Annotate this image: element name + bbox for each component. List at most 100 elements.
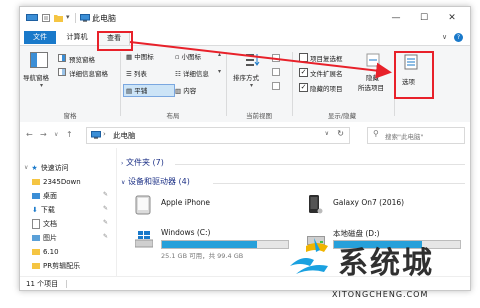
file-extensions-checkbox[interactable]: ✓ [299, 68, 308, 77]
hidden-items-checkbox[interactable]: ✓ [299, 83, 308, 92]
scroll-down-icon[interactable]: ▾ [218, 68, 221, 75]
star-icon: ★ [31, 164, 38, 172]
group-by-icon[interactable] [272, 54, 280, 62]
sidebar-item-2345down[interactable]: 2345Down [32, 176, 81, 188]
content-icon: ▥ [175, 87, 184, 95]
watermark-brand: 系统城 [338, 246, 434, 281]
breadcrumb-separator-icon[interactable]: › [103, 130, 106, 138]
chevron-down-icon[interactable]: ∨ [54, 131, 58, 138]
device-apple-iphone[interactable]: Apple iPhone [135, 193, 275, 219]
layout-group-label: 布局 [166, 112, 180, 120]
sidebar-item-label: 2345Down [43, 178, 81, 186]
drive-name: Windows (C:) [161, 228, 211, 237]
chevron-down-icon[interactable]: ∨ [325, 130, 329, 137]
address-bar[interactable]: › 此电脑 ∨ ↻ [86, 127, 350, 144]
tab-file[interactable]: 文件 [24, 31, 56, 44]
sidebar-item-pr-music[interactable]: PR剪辑配乐 [32, 260, 80, 272]
chevron-down-icon[interactable]: ▾ [40, 82, 43, 89]
details-pane-icon [58, 68, 66, 76]
sidebar-item-label: PR剪辑配乐 [43, 262, 81, 270]
size-columns-icon[interactable] [272, 82, 280, 90]
add-columns-icon[interactable] [272, 68, 280, 76]
devices-section-header[interactable]: ∨ 设备和驱动器 (4) [121, 176, 190, 188]
item-count: 11 个项目 [26, 280, 59, 288]
up-arrow-icon[interactable]: ↑ [66, 130, 73, 139]
chevron-down-icon[interactable]: ▾ [250, 82, 253, 89]
storage-bar-fill [162, 241, 257, 248]
desktop-folder-icon [32, 193, 40, 199]
new-folder-icon[interactable] [54, 14, 63, 22]
hide-selected-button-line2[interactable]: 所选项目 [358, 82, 384, 92]
details-icon: ☷ [175, 70, 183, 78]
scroll-up-icon[interactable]: ▴ [218, 51, 221, 58]
layout-details-label: 详细信息 [182, 70, 209, 78]
pin-icon[interactable]: ✎ [103, 191, 108, 198]
computer-icon [26, 14, 38, 21]
maximize-button[interactable]: ☐ [410, 10, 438, 26]
documents-folder-icon [32, 219, 40, 229]
layout-medium-icons[interactable]: ▦ 中图标 [126, 51, 154, 61]
hide-selected-button[interactable]: 隐藏 [366, 72, 379, 82]
pin-icon[interactable]: ✎ [103, 205, 108, 212]
pin-icon[interactable]: ✎ [103, 219, 108, 226]
hidden-items-label: 隐藏的项目 [310, 85, 343, 93]
hide-selected-icon [366, 53, 380, 67]
divider [292, 52, 293, 116]
sort-icon [246, 54, 260, 66]
close-button[interactable]: ✕ [438, 10, 466, 26]
details-pane-button[interactable]: 详细信息窗格 [69, 68, 108, 78]
drive-windows-c[interactable]: Windows (C:) 25.1 GB 可用，共 99.4 GB [135, 228, 295, 262]
highlight-options-button [394, 51, 434, 99]
iphone-icon [135, 195, 151, 215]
highlight-view-tab [97, 31, 133, 51]
preview-pane-button[interactable]: 预览窗格 [69, 54, 95, 64]
address-row: ← → ∨ ↑ › 此电脑 ∨ ↻ ⚲ 搜索"此电脑" [20, 122, 470, 149]
pin-icon[interactable]: ✎ [103, 233, 108, 240]
minimize-button[interactable]: — [382, 10, 410, 26]
layout-list[interactable]: ☰ 列表 [126, 68, 147, 78]
devices-section-title: 设备和驱动器 (4) [127, 177, 190, 186]
refresh-icon[interactable]: ↻ [337, 129, 344, 138]
navigation-pane-button[interactable]: 导航窗格 [23, 72, 49, 82]
layout-medium-icons-label: 中图标 [134, 53, 154, 61]
device-name: Apple iPhone [161, 198, 211, 207]
sidebar-item-6-10[interactable]: 6.10 [32, 246, 59, 258]
back-arrow-icon[interactable]: ← [26, 130, 33, 139]
divider [226, 52, 227, 116]
folders-section-header[interactable]: › 文件夹 (7) [121, 157, 164, 169]
windows-drive-icon [135, 231, 153, 248]
search-placeholder: 搜索"此电脑" [385, 133, 424, 141]
help-icon[interactable]: ? [454, 33, 463, 42]
breadcrumb[interactable]: 此电脑 [113, 130, 136, 141]
sidebar-item-label: 图片 [43, 234, 57, 242]
sidebar-item-documents[interactable]: 文档 [32, 218, 57, 230]
storage-bar [161, 240, 289, 249]
pane-group-label: 窗格 [63, 112, 77, 120]
layout-tiles-label: 平铺 [134, 87, 148, 95]
sidebar-item-downloads[interactable]: ⬇ 下载 [32, 204, 55, 216]
chevron-down-icon[interactable]: ▾ [66, 13, 70, 21]
properties-icon[interactable] [42, 14, 50, 22]
layout-content[interactable]: ▥ 内容 [175, 85, 196, 95]
grid-icon: ▦ [126, 53, 135, 61]
sidebar-item-desktop[interactable]: 桌面 [32, 190, 57, 202]
layout-tiles[interactable]: ▤ 平铺 [126, 85, 147, 95]
item-checkboxes-checkbox[interactable] [299, 53, 308, 62]
chevron-down-icon[interactable]: ∨ [442, 33, 447, 41]
sidebar-item-pictures[interactable]: 图片 [32, 232, 57, 244]
divider [66, 280, 67, 288]
divider [120, 52, 121, 116]
sort-by-button[interactable]: 排序方式 [233, 72, 259, 82]
layout-small-icons[interactable]: ▫ 小图标 [175, 51, 201, 61]
sidebar-item-quick-access[interactable]: ∨ ★ 快速访问 [24, 162, 69, 174]
divider [213, 183, 465, 184]
tab-computer[interactable]: 计算机 [60, 31, 94, 44]
folder-icon [32, 263, 40, 269]
device-galaxy-on7[interactable]: Galaxy On7 (2016) [307, 193, 457, 219]
window-title: 此电脑 [92, 14, 116, 23]
search-input[interactable]: ⚲ 搜索"此电脑" [367, 127, 465, 144]
forward-arrow-icon[interactable]: → [40, 130, 47, 139]
folder-icon [32, 179, 40, 185]
layout-details[interactable]: ☷ 详细信息 [175, 68, 209, 78]
navigation-pane: ∨ ★ 快速访问 2345Down 桌面 ✎ ⬇ 下载 ✎ 文档 ✎ 图片 ✎ 6.1… [20, 148, 117, 276]
